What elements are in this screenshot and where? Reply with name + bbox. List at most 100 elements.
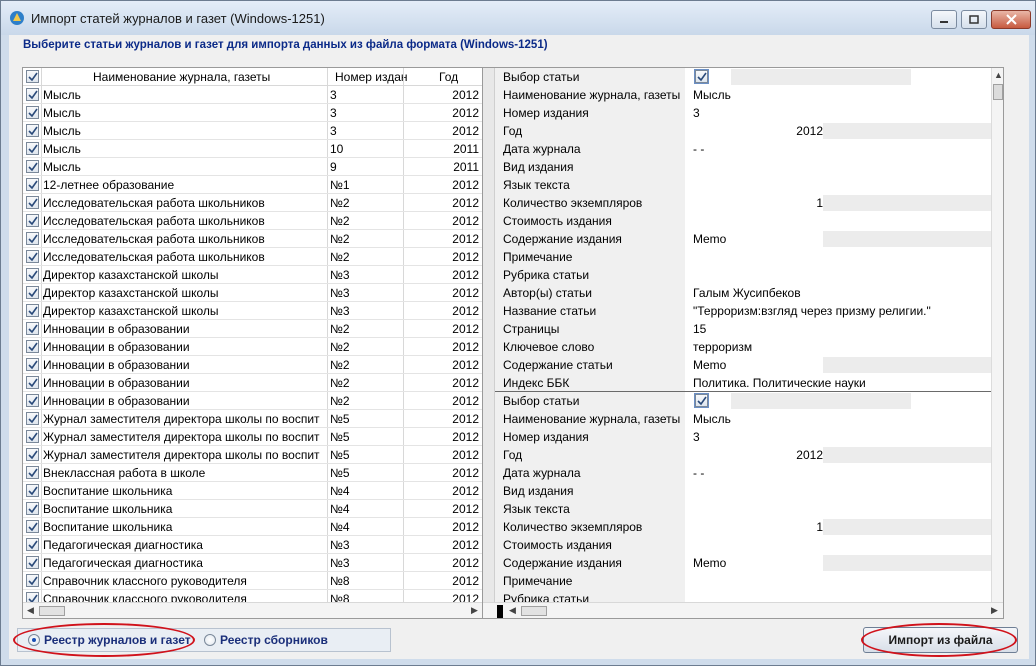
table-row[interactable]: Директор казахстанской школы №3 2012 <box>23 284 483 302</box>
journal-name-cell[interactable]: Инновации в образовании <box>43 322 325 336</box>
detail-row[interactable]: Вид издания <box>483 482 991 500</box>
table-row[interactable]: Журнал заместителя директора школы по во… <box>23 446 483 464</box>
row-checkbox[interactable] <box>26 484 39 497</box>
detail-row[interactable]: Количество экземпляров 1 <box>483 518 991 536</box>
field-value[interactable]: 3 <box>693 430 700 444</box>
horizontal-scrollbar[interactable]: ◀ ▶ <box>483 602 1003 618</box>
radio-collections-label[interactable]: Реестр сборников <box>220 633 328 647</box>
row-checkbox[interactable] <box>26 106 39 119</box>
field-value[interactable]: 2012 <box>693 124 823 138</box>
row-checkbox[interactable] <box>26 286 39 299</box>
journal-name-cell[interactable]: Мысль <box>43 106 325 120</box>
detail-row[interactable]: Автор(ы) статьи Галым Жусипбеков <box>483 284 991 302</box>
row-checkbox[interactable] <box>26 232 39 245</box>
issue-number-cell[interactable]: №5 <box>330 448 402 462</box>
minimize-button[interactable] <box>931 10 957 29</box>
table-row[interactable]: Инновации в образовании №2 2012 <box>23 356 483 374</box>
journal-name-cell[interactable]: Воспитание школьника <box>43 520 325 534</box>
journal-name-cell[interactable]: 12-летнее образование <box>43 178 325 192</box>
table-row[interactable]: Мысль 9 2011 <box>23 158 483 176</box>
row-checkbox[interactable] <box>26 574 39 587</box>
row-checkbox[interactable] <box>26 214 39 227</box>
row-checkbox[interactable] <box>26 340 39 353</box>
year-cell[interactable]: 2012 <box>405 466 479 480</box>
detail-row[interactable]: Содержание издания Memo <box>483 230 991 248</box>
journal-name-cell[interactable]: Директор казахстанской школы <box>43 268 325 282</box>
year-cell[interactable]: 2012 <box>405 214 479 228</box>
table-row[interactable]: Мысль 3 2012 <box>23 104 483 122</box>
field-value[interactable]: Политика. Политические науки <box>693 376 866 390</box>
year-cell[interactable]: 2012 <box>405 178 479 192</box>
row-checkbox[interactable] <box>26 322 39 335</box>
field-value[interactable]: - - <box>693 142 704 156</box>
journal-name-cell[interactable]: Мысль <box>43 124 325 138</box>
table-row[interactable]: Справочник классного руководителя №8 2012 <box>23 572 483 590</box>
detail-row[interactable]: Язык текста <box>483 500 991 518</box>
journal-name-cell[interactable]: Воспитание школьника <box>43 484 325 498</box>
detail-row[interactable]: Примечание <box>483 572 991 590</box>
table-row[interactable]: Педагогическая диагностика №3 2012 <box>23 554 483 572</box>
field-value[interactable]: Memo <box>693 358 726 372</box>
row-checkbox[interactable] <box>26 448 39 461</box>
scroll-left-icon[interactable]: ◀ <box>509 605 516 616</box>
year-cell[interactable]: 2012 <box>405 412 479 426</box>
table-row[interactable]: Исследовательская работа школьников №2 201… <box>23 248 483 266</box>
journal-name-cell[interactable]: Инновации в образовании <box>43 358 325 372</box>
scroll-thumb[interactable] <box>993 84 1003 100</box>
table-row[interactable]: Инновации в образовании №2 2012 <box>23 374 483 392</box>
issue-number-cell[interactable]: №3 <box>330 556 402 570</box>
detail-row[interactable]: Примечание <box>483 248 991 266</box>
issue-number-cell[interactable]: №2 <box>330 232 402 246</box>
row-checkbox[interactable] <box>26 358 39 371</box>
table-row[interactable]: Мысль 10 2011 <box>23 140 483 158</box>
row-checkbox[interactable] <box>26 430 39 443</box>
field-value[interactable]: терроризм <box>693 340 752 354</box>
field-value[interactable]: Мысль <box>693 412 731 426</box>
row-checkbox[interactable] <box>26 88 39 101</box>
year-cell[interactable]: 2012 <box>405 376 479 390</box>
issue-number-cell[interactable]: №2 <box>330 376 402 390</box>
table-row[interactable]: Инновации в образовании №2 2012 <box>23 338 483 356</box>
row-checkbox[interactable] <box>26 304 39 317</box>
detail-row[interactable]: Язык текста <box>483 176 991 194</box>
issue-number-cell[interactable]: №3 <box>330 304 402 318</box>
journal-name-cell[interactable]: Журнал заместителя директора школы по во… <box>43 412 325 426</box>
year-cell[interactable]: 2012 <box>405 268 479 282</box>
column-header-number[interactable]: Номер издан <box>335 70 408 84</box>
detail-row[interactable]: Название статьи "Терроризм:взгляд через п… <box>483 302 991 320</box>
year-cell[interactable]: 2012 <box>405 358 479 372</box>
field-value[interactable]: Memo <box>693 556 726 570</box>
year-cell[interactable]: 2012 <box>405 448 479 462</box>
field-value[interactable]: 1 <box>693 196 823 210</box>
scroll-left-icon[interactable]: ◀ <box>27 605 34 616</box>
year-cell[interactable]: 2012 <box>405 250 479 264</box>
year-cell[interactable]: 2012 <box>405 340 479 354</box>
detail-row[interactable]: Количество экземпляров 1 <box>483 194 991 212</box>
year-cell[interactable]: 2012 <box>405 304 479 318</box>
year-cell[interactable]: 2012 <box>405 232 479 246</box>
issue-number-cell[interactable]: №2 <box>330 358 402 372</box>
journal-name-cell[interactable]: Исследовательская работа школьников <box>43 250 325 264</box>
row-checkbox[interactable] <box>26 160 39 173</box>
detail-row[interactable]: Номер издания 3 <box>483 428 991 446</box>
year-cell[interactable]: 2012 <box>405 556 479 570</box>
row-checkbox[interactable] <box>26 466 39 479</box>
issue-number-cell[interactable]: №2 <box>330 250 402 264</box>
year-cell[interactable]: 2012 <box>405 286 479 300</box>
detail-row[interactable]: Содержание статьи Memo <box>483 356 991 374</box>
table-row[interactable]: Педагогическая диагностика №3 2012 <box>23 536 483 554</box>
detail-row[interactable]: Стоимость издания <box>483 212 991 230</box>
journal-name-cell[interactable]: Инновации в образовании <box>43 340 325 354</box>
issue-number-cell[interactable]: 3 <box>330 88 402 102</box>
detail-row[interactable]: Индекс ББК Политика. Политические науки <box>483 374 991 392</box>
journal-name-cell[interactable]: Воспитание школьника <box>43 502 325 516</box>
issue-number-cell[interactable]: №8 <box>330 574 402 588</box>
row-checkbox[interactable] <box>26 592 39 602</box>
table-row[interactable]: Воспитание школьника №4 2012 <box>23 500 483 518</box>
field-value[interactable]: Мысль <box>693 88 731 102</box>
radio-collections[interactable] <box>204 634 216 646</box>
year-cell[interactable]: 2012 <box>405 88 479 102</box>
year-cell[interactable]: 2011 <box>405 142 479 156</box>
table-row[interactable]: Журнал заместителя директора школы по во… <box>23 428 483 446</box>
issue-number-cell[interactable]: №2 <box>330 340 402 354</box>
